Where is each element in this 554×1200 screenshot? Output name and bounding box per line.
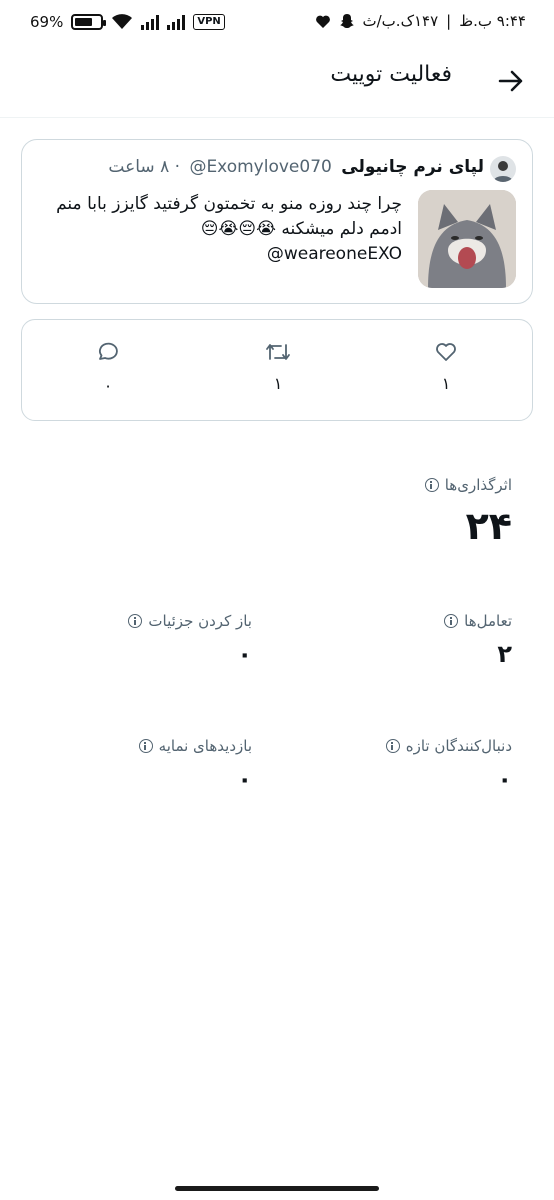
status-date: ۱۴۷ک.ب/ث: [362, 12, 439, 30]
info-icon[interactable]: [128, 614, 143, 628]
profile-visits-label: بازدیدهای نمایه: [158, 737, 252, 755]
detail-expands-value: ۰: [237, 640, 252, 668]
new-followers-stat: دنبال‌کنندگان تازه ۰: [385, 737, 512, 793]
tweet-card[interactable]: لپای نرم چانیولی @Exomylove070 · ۸ ساعت …: [21, 139, 533, 304]
info-icon[interactable]: [138, 739, 153, 753]
like-stat[interactable]: ۱: [426, 342, 466, 393]
engagements-value: ۲: [497, 640, 512, 668]
engagements-label: تعامل‌ها: [464, 612, 512, 630]
battery-icon: [71, 14, 107, 30]
snapchat-icon: [339, 14, 354, 28]
info-icon[interactable]: [385, 739, 400, 753]
signal-icon-1: [141, 14, 160, 30]
back-button[interactable]: [496, 66, 526, 96]
home-indicator[interactable]: [175, 1186, 379, 1191]
tweet-mention-link[interactable]: @weareoneEXO: [267, 244, 402, 264]
tweet-author-name[interactable]: لپای نرم چانیولی: [341, 157, 484, 177]
heart-icon: [436, 343, 456, 361]
vpn-badge: VPN: [193, 14, 225, 30]
reply-count: ۰: [103, 376, 113, 395]
tweet-header: لپای نرم چانیولی @Exomylove070 · ۸ ساعت: [108, 157, 484, 177]
detail-expands-label: باز کردن جزئیات: [148, 612, 252, 630]
heart-status-icon: [315, 15, 330, 28]
tweet-text: چرا چند روزه منو به تخمتون گرفتید گایزز …: [56, 194, 402, 239]
engagements-stat: تعامل‌ها ۲: [444, 612, 512, 668]
new-followers-label: دنبال‌کنندگان تازه: [405, 737, 512, 755]
retweet-stat[interactable]: ۱: [258, 342, 298, 393]
profile-visits-stat: بازدیدهای نمایه ۰: [138, 737, 252, 793]
wifi-icon: [112, 14, 133, 29]
new-followers-value: ۰: [497, 765, 512, 793]
avatar[interactable]: [490, 156, 516, 182]
status-right: ۹:۴۴ ب.ظ | ۱۴۷ک.ب/ث: [315, 12, 526, 30]
like-count: ۱: [441, 374, 451, 393]
tweet-timestamp: · ۸ ساعت: [108, 157, 181, 177]
arrow-right-icon: [498, 70, 523, 92]
detail-expands-stat: باز کردن جزئیات ۰: [128, 612, 252, 668]
battery-fill: [75, 18, 92, 26]
tweet-actions-card: ۱ ۱ ۰: [21, 319, 533, 421]
reply-icon: [99, 342, 118, 360]
impressions-stat: اثرگذاری‌ها ۲۴: [424, 476, 512, 548]
impressions-value: ۲۴: [465, 504, 512, 548]
retweet-icon: [266, 344, 290, 360]
impressions-label: اثرگذاری‌ها: [444, 476, 512, 494]
signal-icon-2: [167, 14, 186, 30]
status-left: 69% VPN: [30, 13, 225, 31]
info-icon[interactable]: [444, 614, 459, 628]
page-title: فعالیت توییت: [330, 62, 452, 87]
info-icon[interactable]: [424, 478, 439, 492]
reply-stat[interactable]: ۰: [88, 342, 128, 395]
status-divider: |: [446, 12, 452, 30]
tweet-media-thumbnail[interactable]: [418, 190, 516, 288]
status-time: ۹:۴۴ ب.ظ: [459, 12, 526, 30]
retweet-count: ۱: [273, 374, 283, 393]
battery-percent: 69%: [30, 13, 64, 31]
page-header: فعالیت توییت: [0, 48, 554, 118]
status-bar: 69% VPN ۹:۴۴ ب.ظ | ۱۴۷ک.ب/ث: [0, 0, 554, 46]
profile-visits-value: ۰: [237, 765, 252, 793]
tweet-author-handle[interactable]: @Exomylove070: [189, 157, 331, 177]
